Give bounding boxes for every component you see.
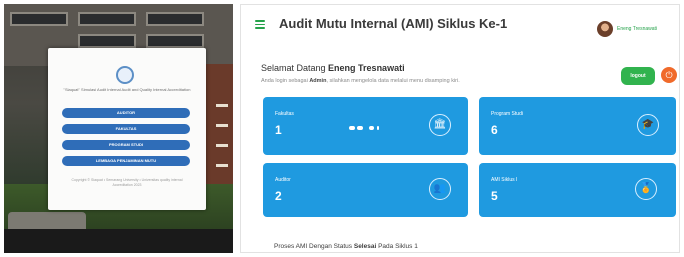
photo-login-screen: "Siaquat" Simulasi Audit Internal Audit …: [4, 4, 233, 253]
university-logo-icon: [116, 66, 134, 84]
subtext-prefix: Anda login sebagai: [261, 78, 310, 84]
subtext-suffix: , silahkan mengelola data melalui menu d…: [326, 78, 460, 84]
welcome-subtext: Anda login sebagai Admin, silahkan menge…: [261, 78, 460, 84]
subtext-role: Admin: [309, 78, 327, 84]
card-value: 5: [491, 189, 498, 203]
card-fakultas[interactable]: Fakultas 1 🏛: [263, 97, 468, 155]
card-value: 1: [275, 123, 282, 137]
welcome-prefix: Selamat Datang: [261, 63, 329, 73]
card-value: 6: [491, 123, 498, 137]
avatar[interactable]: [597, 21, 613, 37]
window: [78, 34, 136, 48]
dashboard-window: Audit Mutu Internal (AMI) Siklus Ke-1 En…: [240, 4, 680, 253]
login-lpm-button[interactable]: LEMBAGA PENJAMINAN MUTU: [62, 156, 190, 166]
footer-status: Selesai: [353, 243, 377, 250]
card-ami-siklus[interactable]: AMI Siklus I 5 🏅: [479, 163, 676, 217]
signboard-pillar: [204, 64, 233, 204]
card-label: Program Studi: [491, 111, 523, 117]
card-program-studi[interactable]: Program Studi 6 🎓: [479, 97, 676, 155]
user-name[interactable]: Eneng Tresnawati: [617, 26, 657, 32]
loading-dots: [349, 125, 383, 131]
logout-button[interactable]: logout: [621, 67, 655, 85]
section-heading: Proses AMI Dengan Status Selesai Pada Si…: [274, 243, 418, 250]
window: [10, 12, 68, 26]
card-auditor[interactable]: Auditor 2 👥: [263, 163, 468, 217]
footer-suffix: Pada Siklus 1: [376, 243, 418, 250]
floor: [4, 229, 233, 253]
power-icon[interactable]: ⏻: [661, 67, 677, 83]
login-copyright: Copyright © Siaquat • Semarang Universit…: [71, 178, 183, 187]
graduation-cap-icon: 🎓: [637, 114, 659, 136]
welcome-heading: Selamat Datang Eneng Tresnawati: [261, 63, 405, 73]
login-welcome-text: "Siaquat" Simulasi Audit Internal Audit …: [63, 87, 191, 92]
window: [146, 34, 204, 48]
page-title: Audit Mutu Internal (AMI) Siklus Ke-1: [279, 16, 508, 31]
login-program-studi-button[interactable]: PROGRAM STUDI: [62, 140, 190, 150]
card-label: Auditor: [275, 177, 291, 183]
login-auditor-button[interactable]: AUDITOR: [62, 108, 190, 118]
award-icon: 🏅: [635, 178, 657, 200]
hamburger-menu-icon[interactable]: [255, 20, 265, 29]
login-fakultas-button[interactable]: FAKULTAS: [62, 124, 190, 134]
building-icon: 🏛: [429, 114, 451, 136]
footer-prefix: Proses AMI Dengan Status: [274, 243, 354, 250]
card-value: 2: [275, 189, 282, 203]
card-label: Fakultas: [275, 111, 294, 117]
card-label: AMI Siklus I: [491, 177, 518, 183]
window: [146, 12, 204, 26]
login-panel: "Siaquat" Simulasi Audit Internal Audit …: [48, 48, 206, 210]
window: [78, 12, 136, 26]
welcome-name: Eneng Tresnawati: [328, 63, 405, 73]
users-icon: 👥: [429, 178, 451, 200]
